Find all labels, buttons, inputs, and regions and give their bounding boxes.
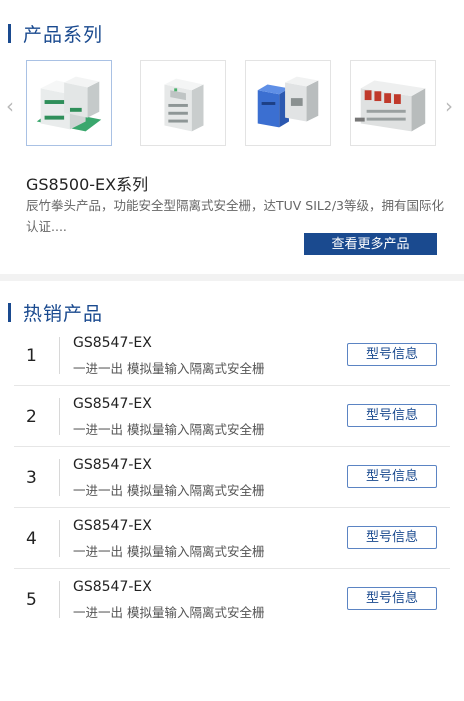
model-info-button[interactable]: 型号信息 xyxy=(347,343,437,366)
hot-products-card: 热销产品 1 GS8547-EX 一进一出 模拟量输入隔离式安全栅 型号信息 2… xyxy=(0,281,464,701)
row-divider xyxy=(59,337,60,374)
product-thumbnail-4[interactable] xyxy=(350,60,436,146)
model-info-button[interactable]: 型号信息 xyxy=(347,587,437,610)
product-model[interactable]: GS8547-EX xyxy=(73,518,152,534)
io-rack-module-image xyxy=(354,80,426,132)
product-thumbnail-2[interactable] xyxy=(140,60,226,146)
title-accent-bar xyxy=(8,24,11,43)
hot-section-title: 热销产品 xyxy=(23,303,104,325)
series-section-title: 产品系列 xyxy=(23,24,104,46)
green-din-module-image xyxy=(36,76,102,132)
hot-product-row[interactable]: 2 GS8547-EX 一进一出 模拟量输入隔离式安全栅 型号信息 xyxy=(0,386,464,447)
hot-product-row[interactable]: 5 GS8547-EX 一进一出 模拟量输入隔离式安全栅 型号信息 xyxy=(0,569,464,630)
series-product-name[interactable]: GS8500-EX系列 xyxy=(26,171,148,195)
row-divider xyxy=(59,520,60,557)
product-description: 一进一出 模拟量输入隔离式安全栅 xyxy=(73,422,265,437)
product-description: 一进一出 模拟量输入隔离式安全栅 xyxy=(73,483,265,498)
row-divider xyxy=(59,459,60,496)
view-more-products-button[interactable]: 查看更多产品 xyxy=(304,233,437,255)
row-divider xyxy=(59,581,60,618)
rank-number: 4 xyxy=(26,529,37,549)
product-description: 一进一出 模拟量输入隔离式安全栅 xyxy=(73,605,265,620)
rank-number: 1 xyxy=(26,346,37,366)
row-divider xyxy=(59,398,60,435)
title-accent-bar xyxy=(8,303,11,322)
product-description: 一进一出 模拟量输入隔离式安全栅 xyxy=(73,361,265,376)
hot-section-header: 热销产品 xyxy=(8,299,103,326)
series-product-description: 辰竹拳头产品，功能安全型隔离式安全栅，达TUV SIL2/3等级，拥有国际化认证… xyxy=(26,198,445,234)
hot-product-row[interactable]: 4 GS8547-EX 一进一出 模拟量输入隔离式安全栅 型号信息 xyxy=(0,508,464,569)
model-info-button[interactable]: 型号信息 xyxy=(347,526,437,549)
product-thumbnail-1[interactable] xyxy=(26,60,112,146)
product-description: 一进一出 模拟量输入隔离式安全栅 xyxy=(73,544,265,559)
series-section-header: 产品系列 xyxy=(8,20,103,47)
gray-din-module-image xyxy=(164,78,204,132)
hot-product-row[interactable]: 3 GS8547-EX 一进一出 模拟量输入隔离式安全栅 型号信息 xyxy=(0,447,464,508)
model-info-button[interactable]: 型号信息 xyxy=(347,465,437,488)
rank-number: 5 xyxy=(26,590,37,610)
rank-number: 3 xyxy=(26,468,37,488)
product-model[interactable]: GS8547-EX xyxy=(73,335,152,351)
hot-product-row[interactable]: 1 GS8547-EX 一进一出 模拟量输入隔离式安全栅 型号信息 xyxy=(0,325,464,386)
product-model[interactable]: GS8547-EX xyxy=(73,457,152,473)
carousel-prev-icon[interactable]: ‹ xyxy=(6,94,14,118)
carousel-next-icon[interactable]: › xyxy=(445,94,453,118)
model-info-button[interactable]: 型号信息 xyxy=(347,404,437,427)
product-series-card: 产品系列 ‹ › GS8500-EX系列 辰竹拳头产品，功能安全型隔离式安全栅，… xyxy=(0,0,464,274)
product-model[interactable]: GS8547-EX xyxy=(73,396,152,412)
rank-number: 2 xyxy=(26,407,37,427)
product-thumbnail-3[interactable] xyxy=(245,60,331,146)
blue-din-module-image xyxy=(257,76,319,128)
product-model[interactable]: GS8547-EX xyxy=(73,579,152,595)
